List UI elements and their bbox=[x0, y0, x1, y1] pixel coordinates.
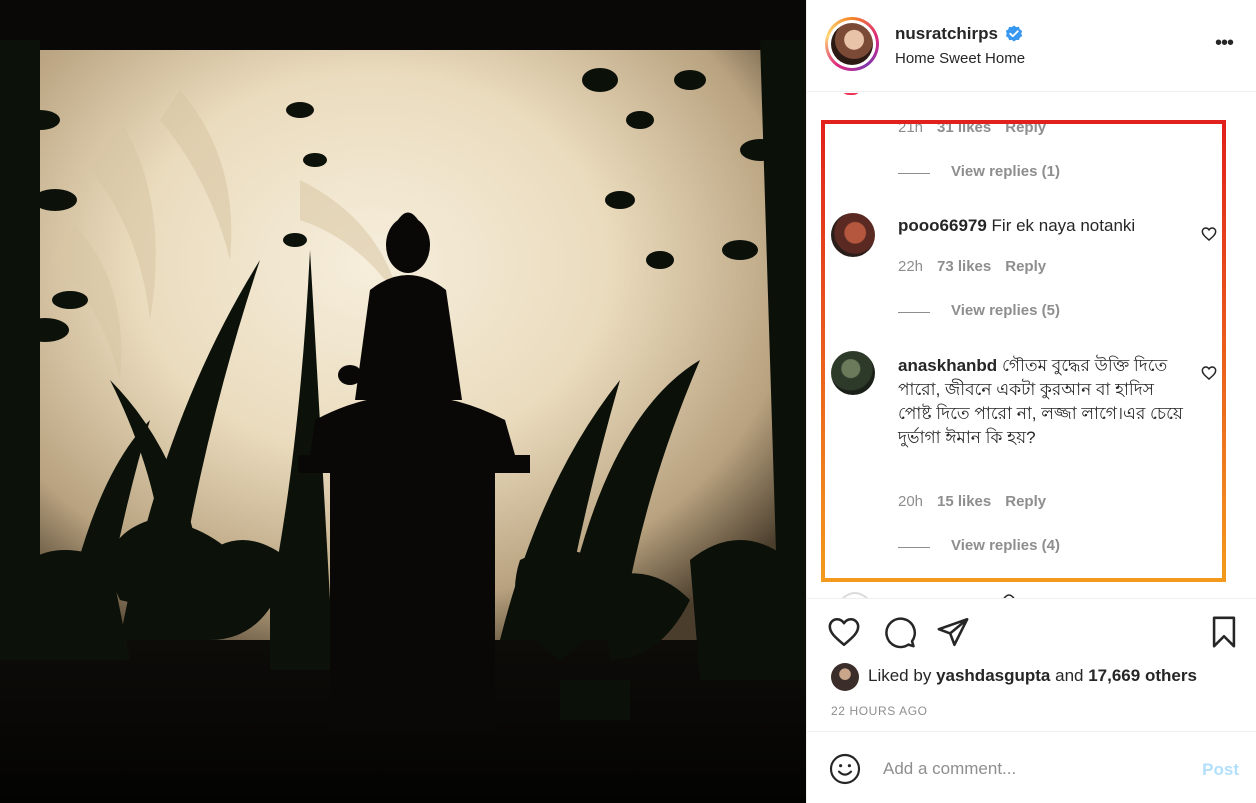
comment-input[interactable] bbox=[883, 754, 1173, 784]
more-options-icon[interactable]: ••• bbox=[1215, 33, 1237, 54]
author-avatar[interactable] bbox=[825, 17, 879, 71]
like-heart-icon[interactable] bbox=[827, 615, 861, 649]
buddha-silhouette-image bbox=[0, 0, 806, 803]
liked-by-and: and bbox=[1055, 666, 1084, 685]
highlight-box bbox=[821, 120, 1226, 582]
partial-avatar bbox=[841, 93, 861, 95]
liked-by-user-link[interactable]: yashdasgupta bbox=[936, 666, 1050, 685]
post-location[interactable]: Home Sweet Home bbox=[895, 50, 1025, 67]
comment-bubble-icon[interactable] bbox=[883, 615, 917, 649]
share-paper-plane-icon[interactable] bbox=[936, 615, 970, 649]
post-header: nusratchirps Home Sweet Home ••• bbox=[807, 0, 1256, 92]
comments-list[interactable]: 21h 31 likes Reply View replies (1) pooo66… bbox=[807, 93, 1256, 598]
liked-by-others-link[interactable]: 17,669 others bbox=[1088, 666, 1197, 685]
post-photo[interactable] bbox=[0, 0, 806, 803]
liked-by-prefix: Liked by bbox=[868, 666, 932, 685]
add-comment-bar: Post bbox=[807, 731, 1256, 803]
post-actions: Liked by yashdasgupta and 17,669 others … bbox=[807, 598, 1256, 731]
post-side-panel: nusratchirps Home Sweet Home ••• 21h 31 l… bbox=[806, 0, 1256, 803]
author-username[interactable]: nusratchirps bbox=[895, 24, 998, 44]
liked-by-text: Liked by yashdasgupta and 17,669 others bbox=[868, 666, 1197, 686]
post-comment-button[interactable]: Post bbox=[1202, 760, 1239, 780]
post-timestamp[interactable]: 22 HOURS AGO bbox=[831, 704, 928, 718]
emoji-smiley-icon[interactable] bbox=[829, 753, 861, 785]
liked-by-avatar[interactable] bbox=[831, 663, 859, 691]
save-bookmark-icon[interactable] bbox=[1207, 615, 1241, 649]
partial-next-comment bbox=[841, 592, 1015, 598]
verified-badge-icon bbox=[1005, 25, 1023, 42]
